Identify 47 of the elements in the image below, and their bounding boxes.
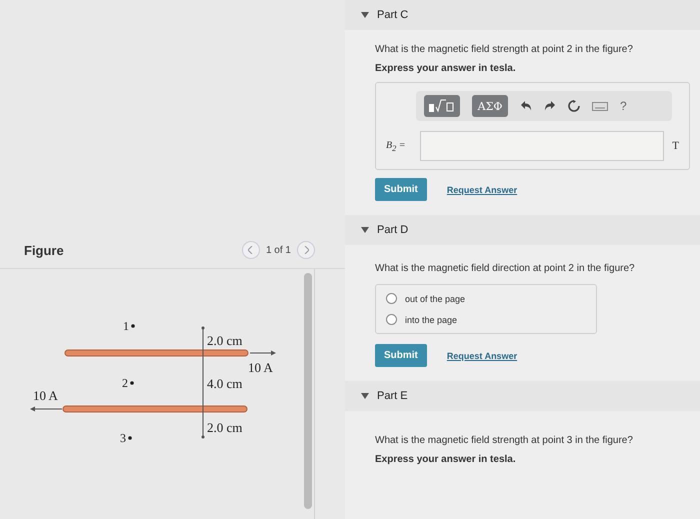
arrow-icon bbox=[30, 406, 62, 412]
part-title: Part C bbox=[377, 9, 408, 21]
distance-label: 2.0 cm bbox=[207, 333, 242, 348]
part-title: Part D bbox=[377, 224, 408, 236]
arrow-icon bbox=[250, 350, 276, 356]
option-label[interactable]: into the page bbox=[405, 314, 458, 324]
part-header[interactable]: Part C bbox=[345, 0, 700, 30]
submit-button[interactable]: Submit bbox=[375, 178, 427, 201]
request-answer-link[interactable]: Request Answer bbox=[446, 184, 518, 194]
reset-icon[interactable] bbox=[568, 100, 580, 112]
distance-label: 4.0 cm bbox=[207, 376, 242, 391]
request-answer-link[interactable]: Request Answer bbox=[446, 350, 518, 360]
unit-label: T bbox=[672, 140, 679, 152]
current-label: 10 A bbox=[248, 360, 273, 375]
point-label: 2 bbox=[122, 376, 134, 390]
previous-button[interactable] bbox=[242, 241, 260, 259]
part-header[interactable]: Part E bbox=[345, 381, 700, 411]
variable-label: B$_{2}$ = bbox=[386, 140, 407, 152]
radio-button[interactable] bbox=[386, 293, 397, 304]
page-counter: 1 of 1 bbox=[266, 244, 291, 256]
chevron-left-icon bbox=[248, 246, 254, 254]
answer-input[interactable] bbox=[420, 131, 664, 161]
submit-button[interactable]: Submit bbox=[375, 344, 427, 367]
point-label: 1 bbox=[123, 319, 135, 333]
scrollbar[interactable] bbox=[304, 273, 312, 509]
radical-icon bbox=[429, 99, 455, 113]
radio-button[interactable] bbox=[386, 314, 397, 325]
question-text: What is the magnetic field direction at point 2 in the figure? bbox=[375, 263, 636, 274]
figure-title: Figure bbox=[24, 242, 64, 258]
help-button[interactable]: ? bbox=[620, 99, 627, 113]
instruction-text: Express your answer in tesla. bbox=[375, 454, 517, 465]
template-button[interactable] bbox=[424, 95, 460, 117]
part-title: Part E bbox=[377, 390, 408, 402]
undo-icon[interactable] bbox=[520, 101, 532, 111]
instruction-text: Express your answer in tesla. bbox=[375, 63, 517, 74]
distance-label: 2.0 cm bbox=[207, 420, 242, 435]
next-button[interactable] bbox=[297, 241, 315, 259]
chevron-right-icon bbox=[304, 246, 308, 254]
symbols-button[interactable]: ΑΣΦ bbox=[472, 95, 508, 117]
part-header[interactable]: Part D bbox=[345, 215, 700, 245]
point-label: 3 bbox=[120, 431, 132, 445]
keyboard-icon[interactable] bbox=[592, 102, 608, 110]
current-label: 10 A bbox=[33, 388, 58, 403]
redo-icon[interactable] bbox=[544, 101, 556, 111]
question-text: What is the magnetic field strength at point 2 in the figure? bbox=[375, 44, 634, 55]
question-text: What is the magnetic field strength at point 3 in the figure? bbox=[375, 435, 634, 446]
option-label[interactable]: out of the page bbox=[405, 294, 466, 304]
